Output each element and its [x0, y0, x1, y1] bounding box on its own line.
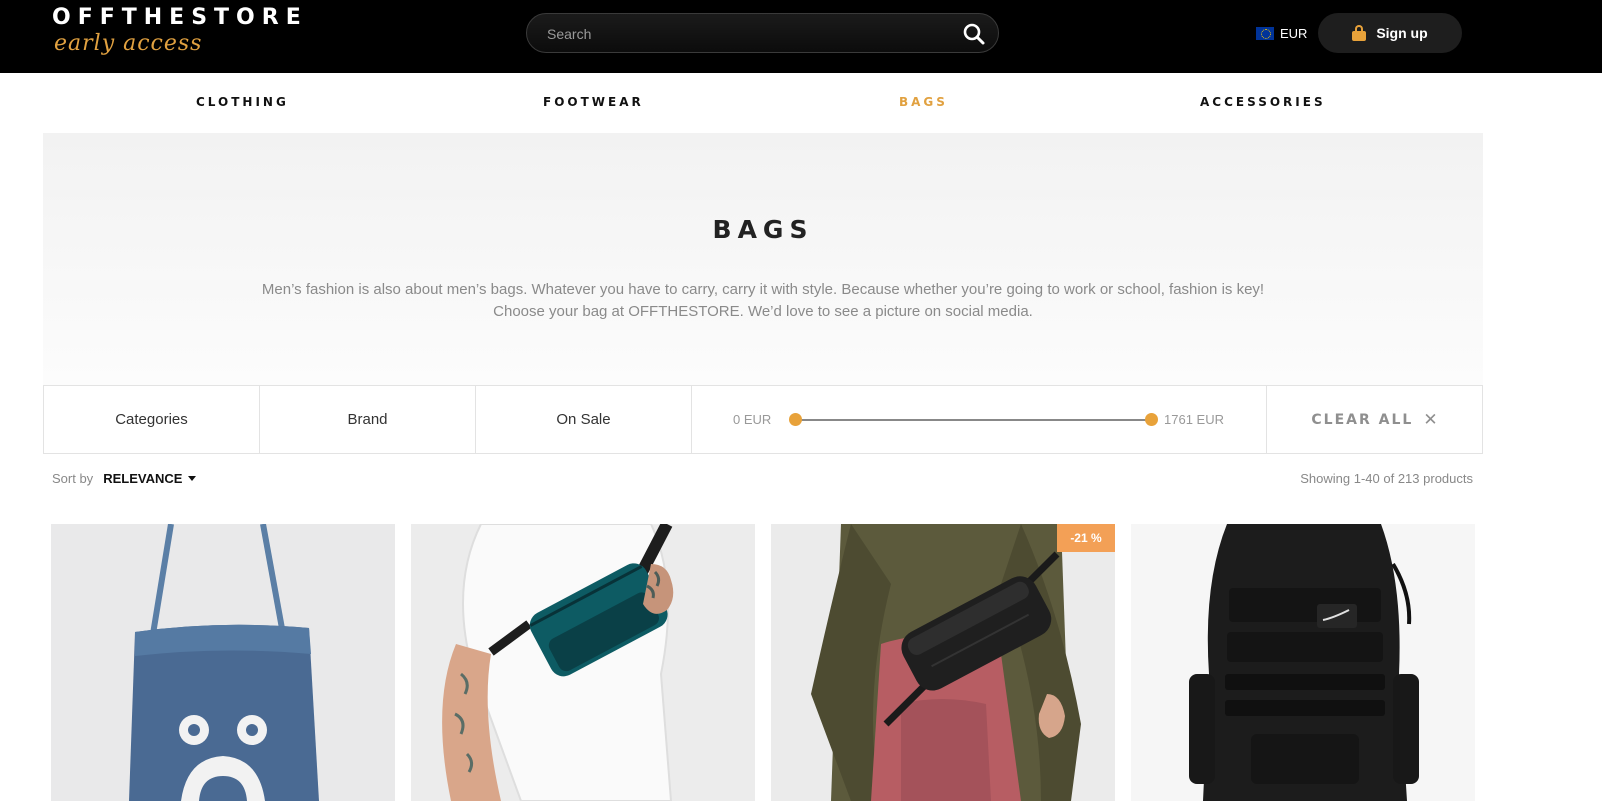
close-icon: ✕	[1423, 409, 1438, 430]
sort-dropdown[interactable]: RELEVANCE	[103, 471, 197, 486]
search-icon	[963, 23, 985, 45]
nav-item-footwear[interactable]: FOOTWEAR	[543, 95, 644, 109]
product-image-black-backpack	[1131, 524, 1475, 801]
filter-categories[interactable]: Categories	[44, 386, 260, 453]
price-slider-track[interactable]	[794, 419, 1150, 421]
sign-up-button[interactable]: Sign up	[1318, 13, 1462, 53]
top-header: OFFTHESTORE early access EUR Sign up	[0, 0, 1602, 73]
sort-control: Sort by RELEVANCE	[52, 471, 197, 486]
filter-on-sale[interactable]: On Sale	[476, 386, 692, 453]
product-card[interactable]	[411, 524, 755, 801]
logo-tagline: early access	[54, 31, 203, 56]
clear-all-label: CLEAR ALL	[1311, 411, 1414, 428]
page-title: BAGS	[712, 215, 814, 244]
search-input[interactable]	[547, 23, 937, 45]
nav-item-bags[interactable]: BAGS	[899, 95, 948, 109]
logo-wordmark: OFFTHESTORE	[52, 5, 308, 30]
product-image-denim-tote-bag	[51, 524, 395, 801]
product-image-black-waist-bag	[771, 524, 1115, 801]
filter-bar: Categories Brand On Sale 0 EUR 1761 EUR …	[43, 385, 1483, 454]
product-card[interactable]	[1131, 524, 1475, 801]
caret-down-icon	[188, 476, 197, 481]
product-image-teal-waist-bag	[411, 524, 755, 801]
lock-icon	[1352, 25, 1367, 41]
results-count: Showing 1-40 of 213 products	[1300, 471, 1473, 486]
search-box	[526, 13, 999, 53]
price-range-filter: 0 EUR 1761 EUR	[692, 386, 1267, 453]
product-card[interactable]	[51, 524, 395, 801]
discount-badge: -21 %	[1057, 524, 1115, 552]
price-min-label: 0 EUR	[733, 412, 772, 427]
eu-flag-icon	[1256, 26, 1274, 40]
nav-item-accessories[interactable]: ACCESSORIES	[1200, 95, 1326, 109]
site-logo[interactable]: OFFTHESTORE early access	[52, 5, 312, 65]
clear-all-button[interactable]: CLEAR ALL ✕	[1267, 386, 1482, 453]
price-min-handle[interactable]	[789, 413, 802, 426]
product-card[interactable]: -21 %	[771, 524, 1115, 801]
currency-selector[interactable]: EUR	[1256, 22, 1307, 44]
filter-brand[interactable]: Brand	[260, 386, 476, 453]
main-nav: CLOTHING FOOTWEAR BAGS ACCESSORIES	[0, 73, 1602, 133]
price-max-label: 1761 EUR	[1164, 412, 1224, 427]
category-hero: BAGS Men’s fashion is also about men’s b…	[43, 133, 1483, 385]
currency-label: EUR	[1280, 25, 1308, 41]
category-description: Men’s fashion is also about men’s bags. …	[261, 281, 1265, 320]
sort-value: RELEVANCE	[103, 471, 183, 486]
search-button[interactable]	[962, 22, 986, 46]
sort-label: Sort by	[52, 471, 94, 486]
sign-up-label: Sign up	[1376, 25, 1428, 41]
price-max-handle[interactable]	[1145, 413, 1158, 426]
nav-item-clothing[interactable]: CLOTHING	[196, 95, 289, 109]
